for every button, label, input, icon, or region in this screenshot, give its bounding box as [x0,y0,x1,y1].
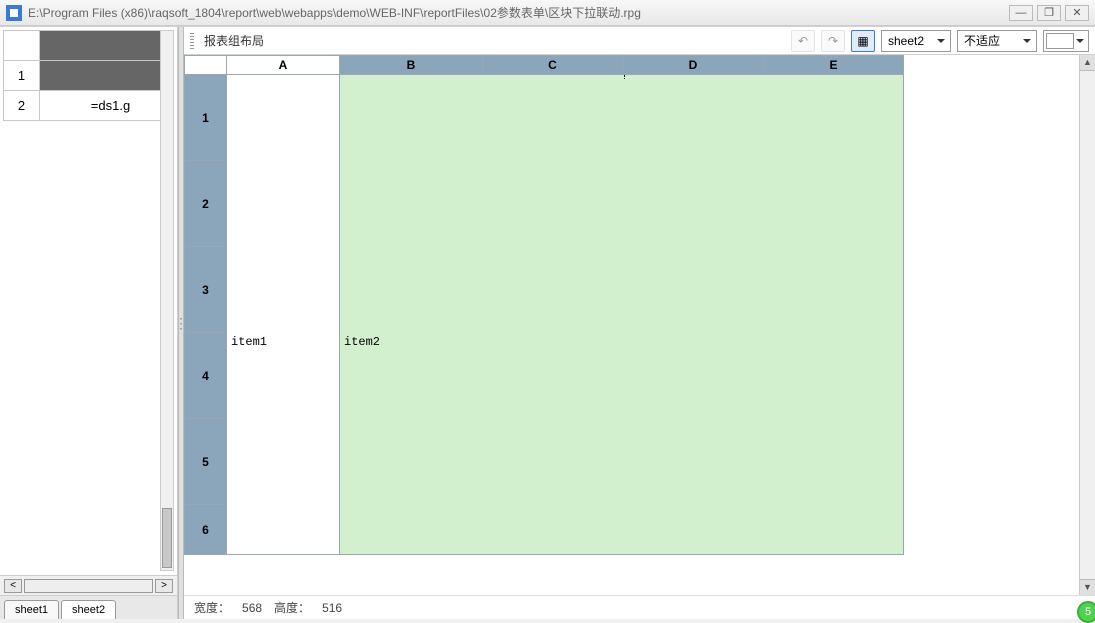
maximize-button[interactable]: ❐ [1037,5,1061,21]
row-header-4[interactable]: 4 [185,333,227,419]
width-value: 568 [242,601,262,615]
undo-button[interactable]: ↶ [791,30,815,52]
grid-icon: ▦ [857,34,868,48]
scroll-up-icon[interactable]: ▲ [1080,55,1095,71]
width-label: 宽度： [194,599,230,616]
cell-A-text: item1 [231,335,267,349]
left-panel: 1 2 =ds1.g < > sheet1 sheet2 [0,27,178,619]
layout-grid-button[interactable]: ▦ [851,30,875,52]
layout-grid[interactable]: A B C D E 1 item1 [184,55,1079,595]
scroll-track[interactable] [24,579,153,593]
right-panel: 报表组布局 ↶ ↷ ▦ sheet2 不适应 A [184,27,1095,619]
cell-BCDE[interactable]: item2 [340,75,904,555]
color-picker[interactable] [1043,30,1089,52]
col-header-D[interactable]: D [623,56,764,75]
fit-mode-value: 不适应 [964,32,1000,49]
cell-B-text: item2 [344,335,380,349]
left-grid[interactable]: 1 2 =ds1.g [0,27,177,575]
fit-mode-dropdown[interactable]: 不适应 [957,30,1037,52]
row-header-3[interactable]: 3 [185,247,227,333]
sheet-select-dropdown[interactable]: sheet2 [881,30,951,52]
layout-toolbar: 报表组布局 ↶ ↷ ▦ sheet2 不适应 [184,27,1095,55]
scroll-right-button[interactable]: > [155,579,173,593]
scroll-down-icon[interactable]: ▼ [1080,579,1095,595]
grid-corner[interactable] [185,56,227,75]
sheet-tab-2[interactable]: sheet2 [61,600,116,619]
left-cell-1[interactable] [40,61,174,91]
title-bar: E:\Program Files (x86)\raqsoft_1804\repo… [0,0,1095,26]
left-vertical-scrollbar[interactable] [160,30,174,571]
minimize-button[interactable]: — [1009,5,1033,21]
layout-title: 报表组布局 [204,32,264,49]
left-row-header-1[interactable]: 1 [4,61,40,91]
col-header-A[interactable]: A [227,56,340,75]
left-cell-2[interactable]: =ds1.g [40,91,174,121]
app-icon [6,5,22,21]
col-header-B[interactable]: B [340,56,483,75]
left-horizontal-scrollbar[interactable]: < > [0,575,177,595]
left-sheet-tabs: sheet1 sheet2 [0,595,177,619]
height-value: 516 [322,601,342,615]
left-grid-col-header[interactable] [40,31,174,61]
row-header-2[interactable]: 2 [185,161,227,247]
row-header-6[interactable]: 6 [185,505,227,555]
left-row-header-2[interactable]: 2 [4,91,40,121]
height-label: 高度： [274,599,310,616]
sheet-tab-1[interactable]: sheet1 [4,600,59,619]
right-vertical-scrollbar[interactable]: ▲ ▼ [1079,55,1095,595]
left-grid-corner[interactable] [4,31,40,61]
row-header-1[interactable]: 1 [185,75,227,161]
status-bar: 宽度： 568 高度： 516 [184,595,1095,619]
col-header-E[interactable]: E [764,56,904,75]
row-header-5[interactable]: 5 [185,419,227,505]
redo-button[interactable]: ↷ [821,30,845,52]
close-button[interactable]: ✕ [1065,5,1089,21]
notification-badge[interactable]: 5 [1077,601,1095,623]
undo-icon: ↶ [798,34,808,48]
col-header-C[interactable]: C [483,56,623,75]
window-title: E:\Program Files (x86)\raqsoft_1804\repo… [28,4,1009,21]
redo-icon: ↷ [828,34,838,48]
scroll-left-button[interactable]: < [4,579,22,593]
color-swatch [1046,33,1074,49]
toolbar-grip[interactable] [190,33,194,49]
cell-A[interactable]: item1 [227,75,340,555]
sheet-select-value: sheet2 [888,34,924,48]
